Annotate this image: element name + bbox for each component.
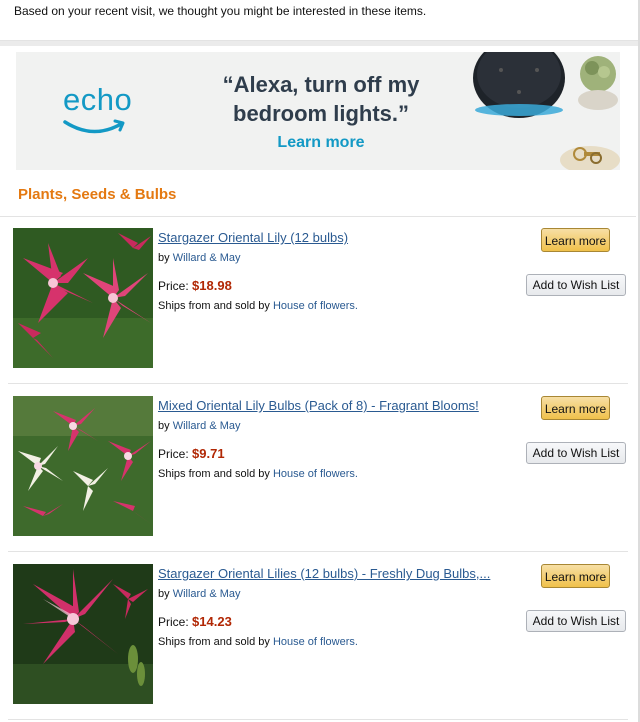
price-row: Price: $18.98 xyxy=(158,278,232,293)
price-value: $9.71 xyxy=(192,446,225,461)
echo-dot-device-image xyxy=(473,52,565,118)
price-row: Price: $14.23 xyxy=(158,614,232,629)
learn-more-button[interactable]: Learn more xyxy=(541,228,610,252)
price-value: $18.98 xyxy=(192,278,232,293)
brand-link[interactable]: Willard & May xyxy=(173,420,241,432)
section-divider xyxy=(0,216,636,217)
learn-more-button[interactable]: Learn more xyxy=(541,564,610,588)
by-label: by xyxy=(158,420,170,432)
keys-bowl-image xyxy=(560,146,620,170)
price-row: Price: $9.71 xyxy=(158,446,225,461)
amazon-smile-icon xyxy=(63,119,125,134)
price-label: Price: xyxy=(158,615,189,629)
banner-quote-line2: bedroom lights.” xyxy=(233,101,409,126)
brand-link[interactable]: Willard & May xyxy=(173,252,241,264)
seller-link[interactable]: House of flowers. xyxy=(273,636,358,648)
item-divider xyxy=(8,719,628,720)
add-to-wish-list-button[interactable]: Add to Wish List xyxy=(526,274,626,296)
product-byline: by Willard & May xyxy=(158,420,241,432)
banner-quote: “Alexa, turn off my bedroom lights.” xyxy=(196,70,446,128)
product-byline: by Willard & May xyxy=(158,588,241,600)
echo-logo: echo xyxy=(63,82,133,117)
seller-link[interactable]: House of flowers. xyxy=(273,300,358,312)
ships-label: Ships from and sold by xyxy=(158,636,270,648)
product-title-link[interactable]: Stargazer Oriental Lilies (12 bulbs) - F… xyxy=(158,566,518,581)
item-divider xyxy=(8,383,628,384)
banner-quote-line1: “Alexa, turn off my xyxy=(222,72,420,97)
echo-banner[interactable]: echo “Alexa, turn off my bedroom lights.… xyxy=(16,52,620,170)
by-label: by xyxy=(158,588,170,600)
price-value: $14.23 xyxy=(192,614,232,629)
add-to-wish-list-button[interactable]: Add to Wish List xyxy=(526,610,626,632)
brand-link[interactable]: Willard & May xyxy=(173,588,241,600)
product-image[interactable] xyxy=(13,228,153,368)
ships-info: Ships from and sold by House of flowers. xyxy=(158,636,358,648)
product-title-link[interactable]: Stargazer Oriental Lily (12 bulbs) xyxy=(158,230,518,245)
price-label: Price: xyxy=(158,279,189,293)
email-page: Based on your recent visit, we thought y… xyxy=(0,0,640,722)
price-label: Price: xyxy=(158,447,189,461)
product-image[interactable] xyxy=(13,396,153,536)
ships-label: Ships from and sold by xyxy=(158,300,270,312)
product-title-link[interactable]: Mixed Oriental Lily Bulbs (Pack of 8) - … xyxy=(158,398,518,413)
seller-link[interactable]: House of flowers. xyxy=(273,468,358,480)
intro-divider xyxy=(0,40,638,46)
intro-text: Based on your recent visit, we thought y… xyxy=(14,4,427,18)
product-item: Stargazer Oriental Lily (12 bulbs) by Wi… xyxy=(0,228,638,388)
ships-label: Ships from and sold by xyxy=(158,468,270,480)
product-item: Mixed Oriental Lily Bulbs (Pack of 8) - … xyxy=(0,396,638,556)
by-label: by xyxy=(158,252,170,264)
ships-info: Ships from and sold by House of flowers. xyxy=(158,468,358,480)
product-item: Stargazer Oriental Lilies (12 bulbs) - F… xyxy=(0,564,638,722)
add-to-wish-list-button[interactable]: Add to Wish List xyxy=(526,442,626,464)
section-title: Plants, Seeds & Bulbs xyxy=(18,186,177,203)
item-divider xyxy=(8,551,628,552)
product-byline: by Willard & May xyxy=(158,252,241,264)
banner-learn-more-link[interactable]: Learn more xyxy=(196,134,446,152)
succulent-plant-image xyxy=(578,56,618,110)
product-image[interactable] xyxy=(13,564,153,704)
ships-info: Ships from and sold by House of flowers. xyxy=(158,300,358,312)
learn-more-button[interactable]: Learn more xyxy=(541,396,610,420)
